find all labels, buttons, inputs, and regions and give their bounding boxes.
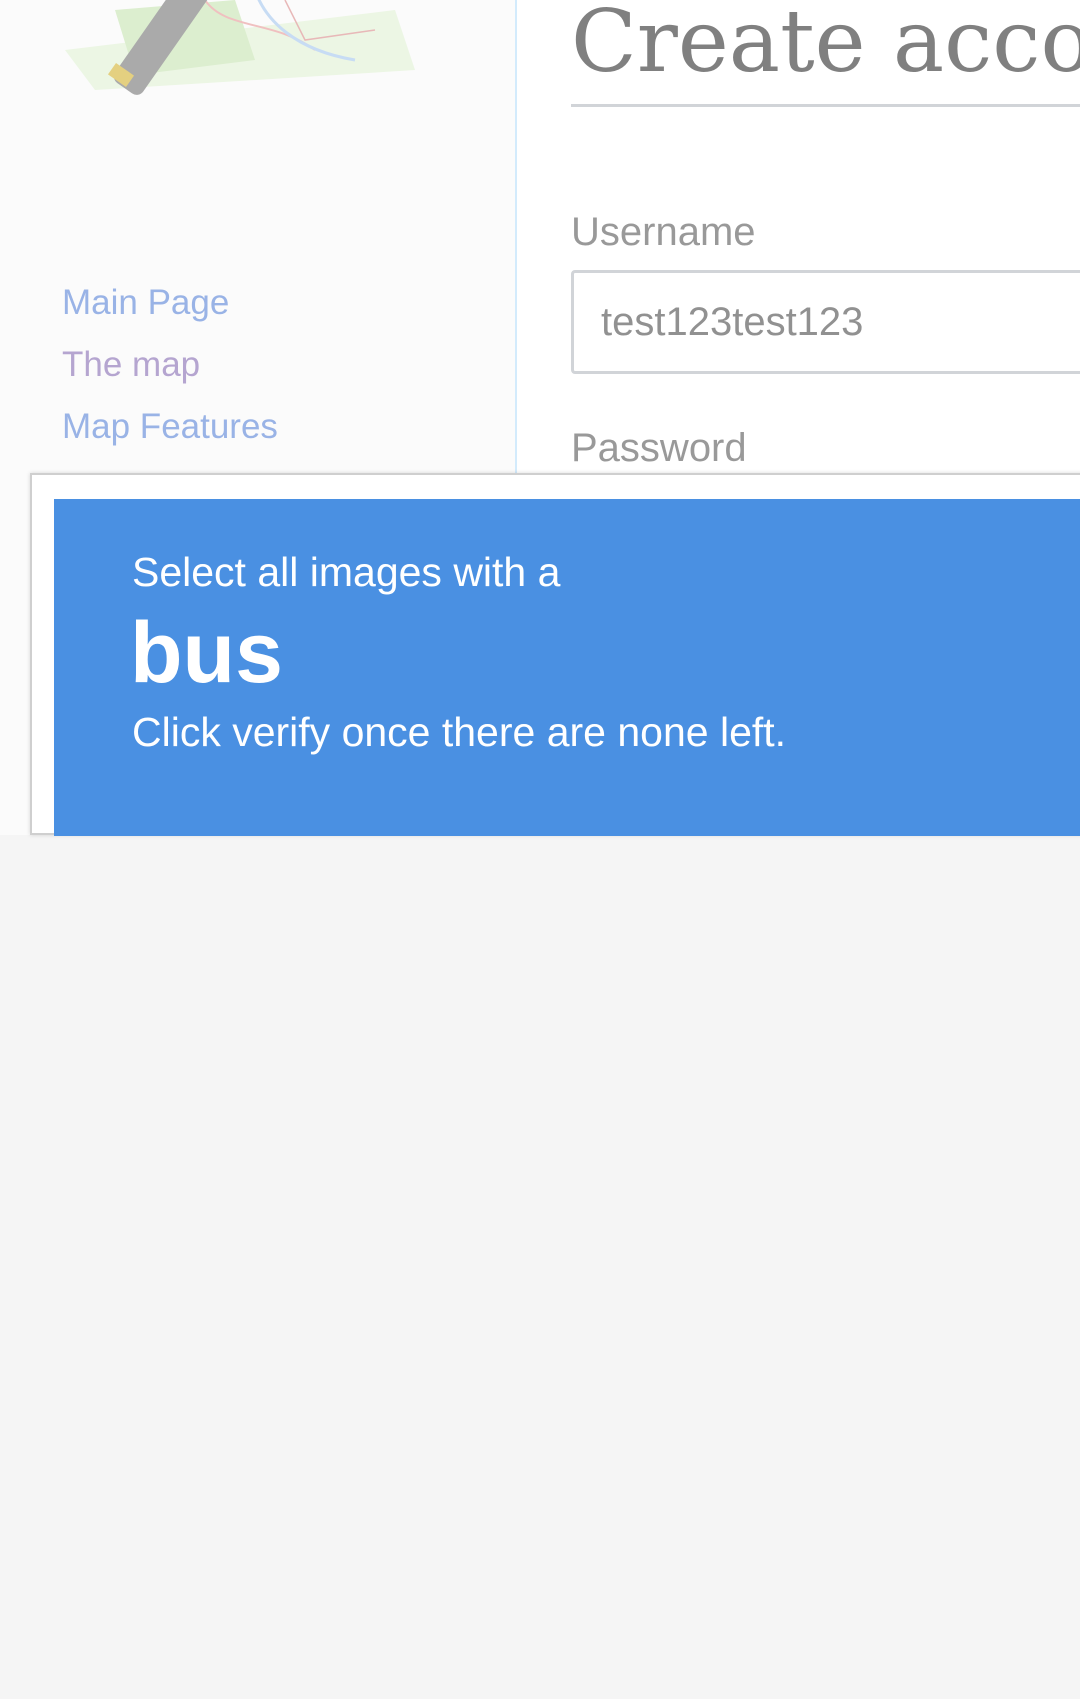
captcha-instructions: Select all images with a bus Click verif… (54, 499, 1080, 836)
captcha-challenge: Select all images with a bus Click verif… (30, 473, 1080, 836)
captcha-instruction-subtext: Click verify once there are none left. (132, 709, 787, 755)
screen: Main Page The map Map Features Create ac… (0, 0, 1080, 1699)
captcha-instruction-text: Select all images with a (132, 549, 561, 595)
captcha-target-word: bus (130, 605, 283, 701)
